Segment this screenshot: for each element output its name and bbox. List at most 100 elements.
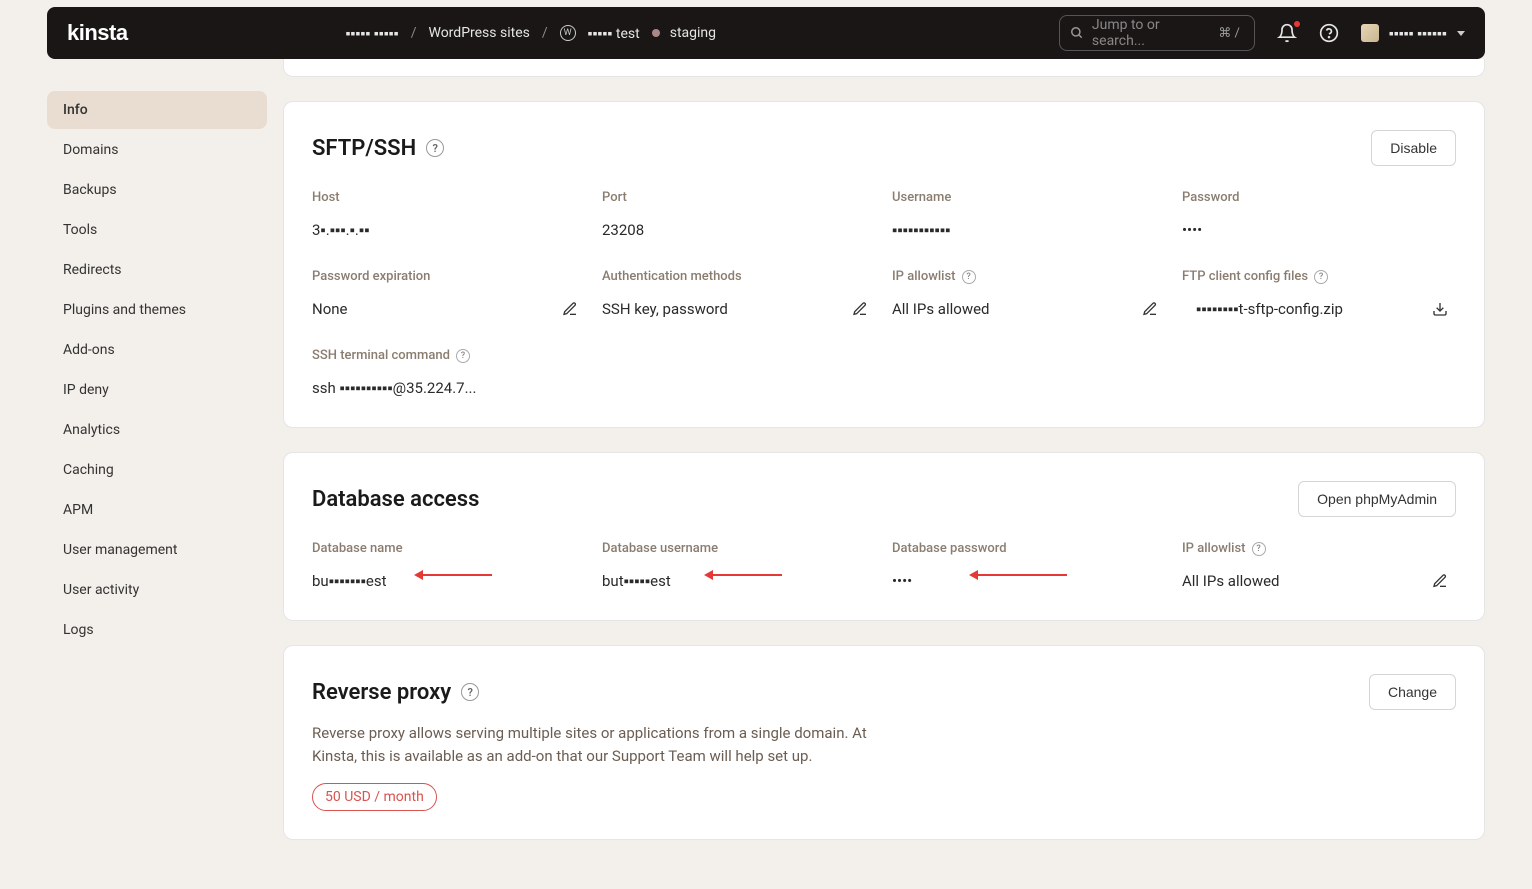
edit-icon[interactable] (852, 301, 868, 317)
database-access-card: Database access Open phpMyAdmin Database… (283, 452, 1485, 621)
ip-allowlist-label-text: IP allowlist (892, 269, 956, 284)
sidebar-item-plugins-themes[interactable]: Plugins and themes (47, 291, 267, 329)
port-label: Port (602, 190, 876, 205)
sidebar-item-analytics[interactable]: Analytics (47, 411, 267, 449)
db-name-value: bu▪▪▪▪▪▪▪est (312, 572, 387, 590)
sidebar-item-label: Info (63, 102, 88, 118)
logo[interactable]: kinsta (67, 20, 128, 46)
search-icon (1070, 26, 1084, 40)
sidebar-item-label: Redirects (63, 262, 122, 278)
pw-expiration-label: Password expiration (312, 269, 586, 284)
sidebar-item-info[interactable]: Info (47, 91, 267, 129)
chevron-down-icon (1457, 31, 1465, 36)
ftp-config-file: ▪▪▪▪▪▪▪▪t-sftp-config.zip (1182, 300, 1343, 318)
username-value: ▪▪▪▪▪▪▪▪▪▪▪ (892, 221, 951, 239)
sftp-title-text: SFTP/SSH (312, 136, 416, 161)
ftp-config-label: FTP client config files ? (1182, 269, 1456, 284)
sidebar-item-tools[interactable]: Tools (47, 211, 267, 249)
sidebar-item-label: Caching (63, 462, 114, 478)
help-icon[interactable]: ? (456, 349, 470, 363)
search-input[interactable]: Jump to or search... ⌘ / (1059, 15, 1255, 51)
open-phpmyadmin-button[interactable]: Open phpMyAdmin (1298, 481, 1456, 517)
db-username-label: Database username (602, 541, 876, 556)
annotation-arrow-icon (422, 574, 492, 576)
edit-icon[interactable] (562, 301, 578, 317)
sidebar-item-redirects[interactable]: Redirects (47, 251, 267, 289)
user-name: ▪▪▪▪▪ ▪▪▪▪▪▪ (1389, 25, 1447, 42)
sidebar-item-domains[interactable]: Domains (47, 131, 267, 169)
ip-allowlist-value: All IPs allowed (892, 300, 990, 318)
sidebar-item-user-management[interactable]: User management (47, 531, 267, 569)
disable-button[interactable]: Disable (1371, 130, 1456, 166)
sidebar-item-addons[interactable]: Add-ons (47, 331, 267, 369)
sidebar-item-label: Domains (63, 142, 118, 158)
db-title: Database access (312, 487, 479, 512)
ip-allowlist-label: IP allowlist ? (892, 269, 1166, 284)
breadcrumb-section[interactable]: WordPress sites (428, 25, 529, 41)
previous-card-edge (283, 59, 1485, 77)
download-icon[interactable] (1432, 301, 1448, 317)
sidebar-item-label: Plugins and themes (63, 302, 186, 318)
help-icon[interactable]: ? (461, 683, 479, 701)
search-placeholder: Jump to or search... (1092, 17, 1206, 49)
db-ip-allowlist-value: All IPs allowed (1182, 572, 1280, 590)
sidebar-item-logs[interactable]: Logs (47, 611, 267, 649)
ssh-cmd-label: SSH terminal command ? (312, 348, 586, 363)
change-button[interactable]: Change (1369, 674, 1456, 710)
pw-expiration-value: None (312, 300, 348, 318)
ftp-config-label-text: FTP client config files (1182, 269, 1308, 284)
db-username-value: but▪▪▪▪▪est (602, 572, 671, 590)
sidebar-item-label: User management (63, 542, 177, 558)
edit-icon[interactable] (1142, 301, 1158, 317)
host-label: Host (312, 190, 586, 205)
host-value: 3▪.▪▪▪.▪.▪▪ (312, 221, 370, 239)
sidebar-item-ip-deny[interactable]: IP deny (47, 371, 267, 409)
help-icon[interactable]: ? (962, 270, 976, 284)
sidebar-item-label: Backups (63, 182, 117, 198)
help-icon[interactable] (1319, 23, 1339, 43)
port-value: 23208 (602, 221, 644, 239)
db-name-label: Database name (312, 541, 586, 556)
help-icon[interactable]: ? (426, 139, 444, 157)
proxy-title: Reverse proxy ? (312, 680, 479, 705)
breadcrumb-sep: / (542, 25, 548, 41)
sidebar: Info Domains Backups Tools Redirects Plu… (47, 91, 267, 840)
edit-icon[interactable] (1432, 573, 1448, 589)
breadcrumb-sep: / (411, 25, 417, 41)
user-menu[interactable]: ▪▪▪▪▪ ▪▪▪▪▪▪ (1361, 24, 1465, 42)
top-header: kinsta ▪▪▪▪▪ ▪▪▪▪▪ / WordPress sites / W… (47, 7, 1485, 59)
sidebar-item-label: Add-ons (63, 342, 115, 358)
db-password-value: •••• (892, 572, 912, 590)
db-ip-allowlist-label-text: IP allowlist (1182, 541, 1246, 556)
annotation-arrow-icon (712, 574, 782, 576)
annotation-arrow-icon (977, 574, 1067, 576)
avatar (1361, 24, 1379, 42)
sidebar-item-user-activity[interactable]: User activity (47, 571, 267, 609)
auth-methods-value: SSH key, password (602, 300, 728, 318)
breadcrumb: ▪▪▪▪▪ ▪▪▪▪▪ / WordPress sites / W ▪▪▪▪▪ … (346, 25, 716, 42)
password-label: Password (1182, 190, 1456, 205)
db-ip-allowlist-label: IP allowlist ? (1182, 541, 1456, 556)
sftp-title: SFTP/SSH ? (312, 136, 444, 161)
sidebar-item-caching[interactable]: Caching (47, 451, 267, 489)
help-icon[interactable]: ? (1252, 542, 1266, 556)
search-kbd: ⌘ / (1214, 25, 1244, 42)
sidebar-item-apm[interactable]: APM (47, 491, 267, 529)
sidebar-item-label: APM (63, 502, 93, 518)
breadcrumb-site[interactable]: ▪▪▪▪▪ test (588, 25, 640, 42)
help-icon[interactable]: ? (1314, 270, 1328, 284)
sidebar-item-label: Logs (63, 622, 94, 638)
sftp-ssh-card: SFTP/SSH ? Disable Host 3▪.▪▪▪.▪.▪▪ Port… (283, 101, 1485, 428)
sidebar-item-backups[interactable]: Backups (47, 171, 267, 209)
breadcrumb-env[interactable]: staging (670, 25, 716, 41)
password-value: •••• (1182, 221, 1202, 239)
bell-icon[interactable] (1277, 23, 1297, 43)
wordpress-icon: W (560, 25, 576, 41)
sidebar-item-label: IP deny (63, 382, 109, 398)
reverse-proxy-card: Reverse proxy ? Change Reverse proxy all… (283, 645, 1485, 840)
env-dot-icon (652, 29, 660, 37)
sidebar-item-label: Tools (63, 222, 97, 238)
price-badge: 50 USD / month (312, 783, 437, 811)
breadcrumb-org[interactable]: ▪▪▪▪▪ ▪▪▪▪▪ (346, 25, 399, 42)
ssh-cmd-value: ssh ▪▪▪▪▪▪▪▪▪▪@35.224.7... (312, 379, 476, 397)
